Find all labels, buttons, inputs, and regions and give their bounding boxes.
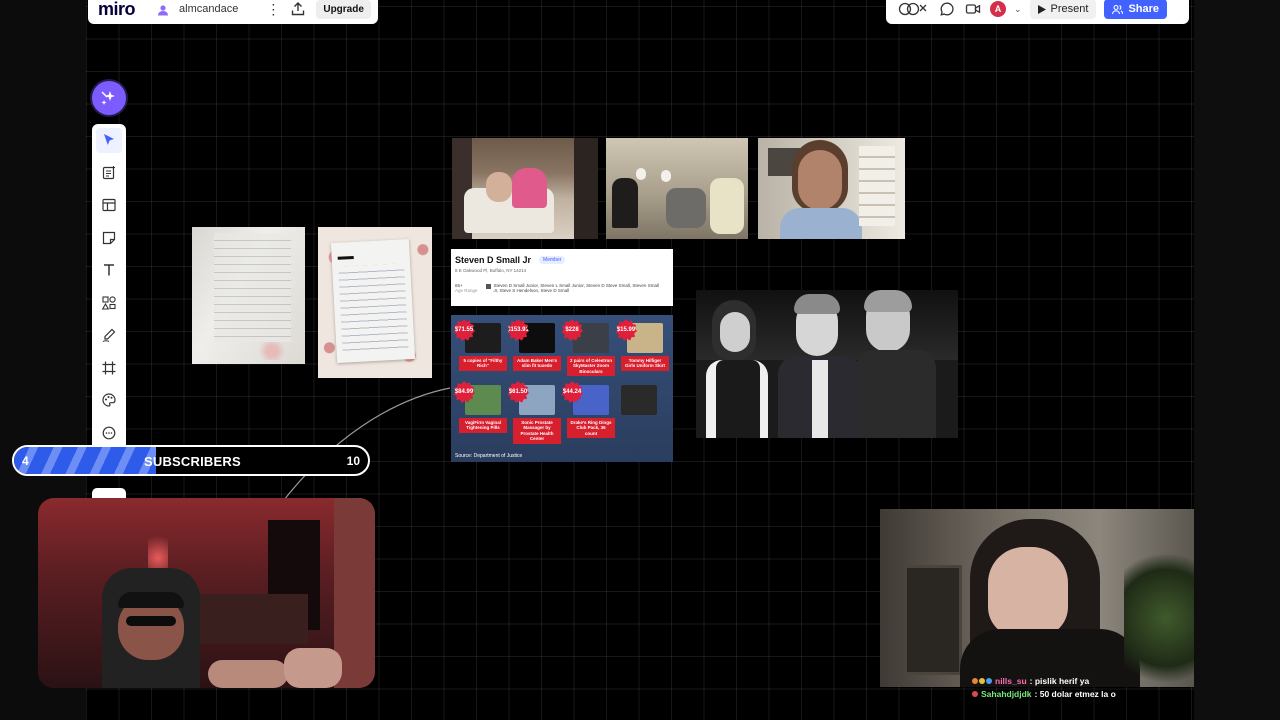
notes-add-icon[interactable] [96, 161, 122, 186]
profile-aliases-block: Steven D Small Junior, Steven L Small Ju… [485, 283, 662, 293]
sparkle-icon [101, 91, 115, 105]
chat-username: nills_su [995, 676, 1027, 686]
upgrade-button[interactable]: Upgrade [316, 0, 371, 19]
evidence-item: $153.91 Adam Baker Men's slim fit tuxedo [507, 319, 561, 371]
note-photo-2[interactable] [318, 227, 432, 378]
evidence-item-label: VagiFirm Vaginal Tightening Pills [459, 418, 507, 433]
chat-icon[interactable] [938, 0, 956, 18]
stream-background-right [1194, 0, 1280, 720]
evidence-item: $61.50 Sonic Prostate Massager by Prostat… [507, 381, 561, 444]
profile-badge: Member [539, 256, 566, 264]
present-label: Present [1050, 3, 1089, 15]
evidence-item: $84.99 VagiFirm Vaginal Tightening Pills [453, 381, 507, 433]
photo-man-glasses[interactable] [758, 138, 905, 239]
photo-couch[interactable] [452, 138, 598, 239]
subscriber-goal-target: 10 [346, 454, 360, 468]
profile-age-meta: Age Range [455, 288, 478, 293]
share-label: Share [1128, 3, 1160, 15]
photo-jet-cabin[interactable] [606, 138, 748, 239]
profile-details: 65+ Age Range Steven D Small Junior, Ste… [455, 283, 669, 293]
evidence-item: $71.55 5 copies of "Filthy Rich" [453, 319, 507, 371]
stream-chat-overlay: nills_su : pislik herif ya Sahahdjdjdk :… [972, 676, 1192, 702]
video-call-icon[interactable] [964, 0, 982, 18]
text-icon[interactable] [96, 258, 122, 283]
photo-group-black-white[interactable] [696, 290, 958, 438]
streamer-webcam [38, 498, 375, 688]
evidence-item: $15.99 Tommy Hilfiger Girls Uniform Skirt [615, 319, 669, 371]
evidence-item-label: Sonic Prostate Massager by Prostate Heal… [513, 418, 561, 444]
miro-logo: miro [98, 0, 136, 19]
sticky-note-icon[interactable] [96, 226, 122, 251]
creation-toolbar [92, 124, 126, 454]
evidence-item [621, 385, 657, 415]
id-card-icon [485, 284, 491, 289]
guest-video [880, 509, 1194, 687]
present-button[interactable]: Present [1029, 0, 1097, 19]
palette-icon[interactable] [96, 388, 122, 413]
chat-username: Sahahdjdjdk [981, 689, 1032, 699]
profile-aliases: Steven D Small Junior, Steven L Small Ju… [493, 283, 659, 293]
subscriber-count: 4 [22, 454, 29, 468]
stream-screen: miro almcandace ⋮ Upgrade A ⌄ Present Sh… [0, 0, 1280, 720]
evidence-item-label: 2 pairs of Celestron SkyMaster Zoom Bino… [567, 356, 615, 377]
evidence-item-label: 5 copies of "Filthy Rich" [459, 356, 507, 371]
reactions-icon[interactable] [898, 0, 930, 18]
profile-name-row: Steven D Small Jr Member [455, 255, 669, 265]
comment-icon[interactable] [96, 421, 122, 446]
share-button[interactable]: Share [1104, 0, 1168, 19]
frame-icon[interactable] [96, 356, 122, 381]
chat-message: Sahahdjdjdk : 50 dolar etmez la o [972, 689, 1192, 699]
board-user-icon [157, 3, 169, 16]
pen-icon[interactable] [96, 323, 122, 348]
subscriber-goal-progress [14, 447, 156, 474]
subscriber-goal-bar: 4 SUBSCRIBERS 10 [12, 445, 370, 476]
evidence-purchases-graphic[interactable]: $71.55 5 copies of "Filthy Rich" $153.91 Ad… [451, 315, 673, 462]
chat-badges [972, 678, 992, 684]
profile-age-block: 65+ Age Range [455, 283, 478, 293]
evidence-item-label: Drake's Ring Dings Club Pack, 36 count [567, 418, 615, 439]
users-icon [1112, 4, 1124, 14]
profile-name: Steven D Small Jr [455, 255, 532, 265]
play-icon [1037, 4, 1046, 14]
ai-assist-button[interactable] [92, 81, 126, 115]
subscriber-goal-label: SUBSCRIBERS [144, 454, 241, 469]
evidence-item: $44.24 Drake's Ring Dings Club Pack, 36 c… [561, 381, 615, 439]
evidence-item: $228 2 pairs of Celestron SkyMaster Zoom … [561, 319, 615, 377]
chat-message: nills_su : pislik herif ya [972, 676, 1192, 686]
board-name[interactable]: almcandace [179, 3, 238, 15]
board-header: miro almcandace ⋮ Upgrade [88, 0, 378, 24]
chat-text: : pislik herif ya [1029, 676, 1090, 686]
user-avatar[interactable]: A [990, 1, 1006, 17]
collaboration-bar: A ⌄ Present Share [886, 0, 1189, 24]
board-menu-icon[interactable]: ⋮ [266, 1, 280, 18]
shapes-icon[interactable] [96, 291, 122, 316]
evidence-source: Source: Department of Justice [455, 453, 523, 459]
export-icon[interactable] [290, 0, 306, 18]
profile-address: 8 E Oakwood Pl, Buffalo, NY 14214 [455, 268, 527, 273]
cursor-arrow-icon[interactable] [96, 128, 122, 153]
people-search-card[interactable]: Steven D Small Jr Member 8 E Oakwood Pl,… [451, 249, 673, 306]
chat-text: : 50 dolar etmez la o [1034, 689, 1116, 699]
layout-icon[interactable] [96, 193, 122, 218]
chevron-down-icon[interactable]: ⌄ [1014, 4, 1022, 15]
evidence-item-label: Tommy Hilfiger Girls Uniform Skirt [621, 356, 669, 371]
note-photo-1[interactable] [192, 227, 305, 364]
evidence-item-image [621, 385, 657, 415]
chat-badges [972, 691, 978, 697]
evidence-item-label: Adam Baker Men's slim fit tuxedo [513, 356, 561, 371]
